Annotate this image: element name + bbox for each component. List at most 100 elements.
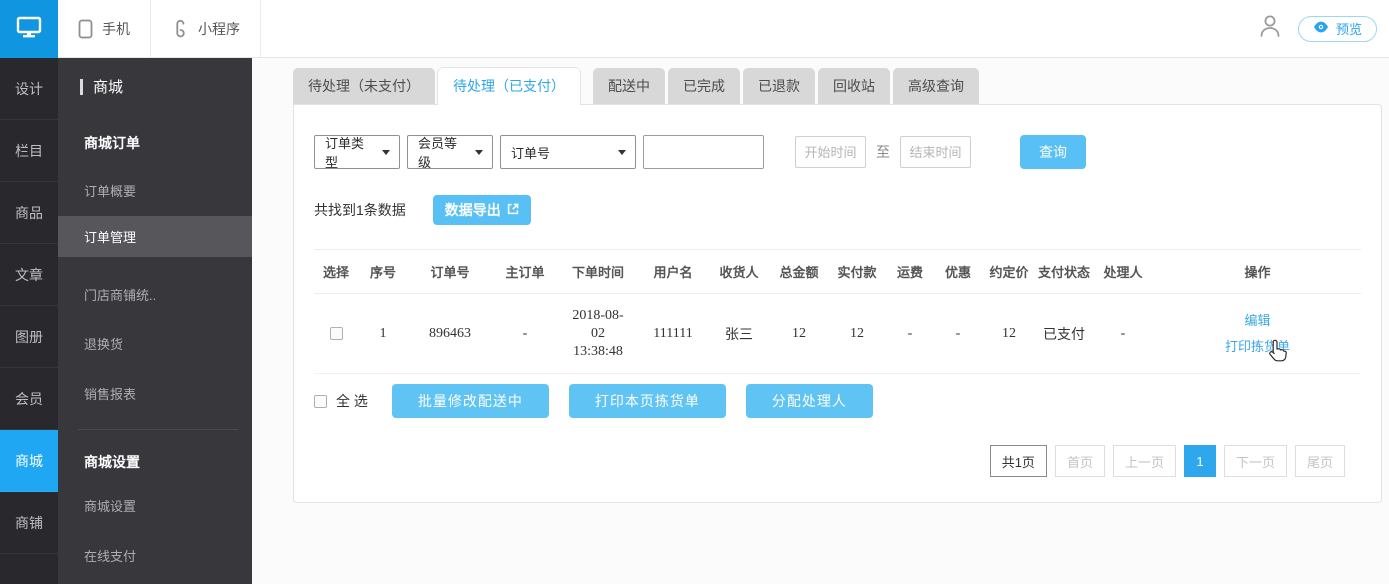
header-paid-amount: 实付款: [828, 250, 886, 294]
orders-table-header-row: 选择 序号 订单号 主订单 下单时间 用户名 收货人 总金额 实付款 运费 优惠…: [314, 250, 1361, 294]
chevron-down-icon: [475, 150, 483, 155]
pagination: 共1页 首页 上一页 1 下一页 尾页: [314, 445, 1361, 477]
member-level-select[interactable]: 会员等级: [407, 135, 493, 169]
cell-agreed-price: 12: [982, 294, 1036, 374]
submenu-title-label: 商城: [93, 76, 123, 97]
admin-window: 手机 小程序 预览 设计 栏目 商品 文章 图册 会员 商城: [0, 0, 1389, 584]
user-icon[interactable]: [1258, 13, 1282, 44]
header-seq: 序号: [358, 250, 408, 294]
page-next-button[interactable]: 下一页: [1224, 445, 1287, 477]
filter-row: 订单类型 会员等级 订单号 至 查询: [314, 135, 1361, 169]
topbar-right: 预览: [1258, 0, 1389, 57]
row-checkbox[interactable]: [330, 327, 343, 340]
result-count-text: 共找到1条数据: [314, 200, 406, 220]
order-status-tabs: 待处理（未支付） 待处理（已支付） 配送中 已完成 已退款 回收站 高级查询: [293, 68, 1389, 104]
submenu-item-sales-report[interactable]: 销售报表: [84, 384, 252, 403]
submenu-item-returns[interactable]: 退换货: [84, 334, 252, 353]
search-button[interactable]: 查询: [1020, 135, 1086, 169]
header-total-amount: 总金额: [770, 250, 828, 294]
data-export-button[interactable]: 数据导出: [433, 195, 531, 225]
data-export-label: 数据导出: [445, 200, 501, 220]
main-content: 待处理（未支付） 待处理（已支付） 配送中 已完成 已退款 回收站 高级查询 订…: [252, 58, 1389, 584]
header-shipping-fee: 运费: [886, 250, 934, 294]
rail-item-columns[interactable]: 栏目: [0, 120, 58, 182]
rail-item-design[interactable]: 设计: [0, 58, 58, 120]
eye-icon: [1313, 21, 1329, 36]
order-row: 1 896463 - 2018-08- 02 13:38:48 111111 张…: [314, 294, 1361, 374]
assign-handler-button[interactable]: 分配处理人: [746, 384, 873, 418]
tab-refunded[interactable]: 已退款: [743, 68, 815, 104]
cell-order-no: 896463: [408, 294, 492, 374]
header-select: 选择: [314, 250, 358, 294]
header-agreed-price: 约定价: [982, 250, 1036, 294]
print-page-picking-list-button[interactable]: 打印本页拣货单: [569, 384, 726, 418]
order-time-part: 13:38:48: [558, 343, 638, 361]
submenu-item-online-payment[interactable]: 在线支付: [84, 546, 252, 565]
cell-shipping-fee: -: [886, 294, 934, 374]
search-field-select[interactable]: 订单号: [500, 135, 636, 169]
mobile-view-label: 手机: [102, 19, 130, 39]
group-title-mall-settings: 商城设置: [84, 452, 252, 472]
submenu-item-store-shop-stats[interactable]: 门店商铺统..: [84, 285, 252, 304]
submenu-item-order-management[interactable]: 订单管理: [58, 216, 252, 257]
header-receiver: 收货人: [708, 250, 770, 294]
result-row: 共找到1条数据 数据导出: [314, 195, 1361, 225]
header-handler: 处理人: [1092, 250, 1154, 294]
end-date-input[interactable]: [900, 136, 971, 168]
preview-button[interactable]: 预览: [1298, 16, 1377, 42]
cursor-pointer-icon: [1266, 338, 1288, 369]
cell-main-order: -: [492, 294, 558, 374]
tab-completed[interactable]: 已完成: [668, 68, 740, 104]
submenu-item-mall-settings[interactable]: 商城设置: [84, 496, 252, 515]
keyword-input[interactable]: [643, 135, 764, 169]
miniprogram-view-label: 小程序: [198, 19, 240, 39]
rail-item-albums[interactable]: 图册: [0, 306, 58, 368]
submenu-item-order-summary[interactable]: 订单概要: [84, 181, 252, 200]
monitor-icon: [15, 13, 43, 46]
tab-pending-unpaid[interactable]: 待处理（未支付）: [293, 68, 435, 104]
tab-advanced-search[interactable]: 高级查询: [893, 68, 979, 104]
orders-panel: 订单类型 会员等级 订单号 至 查询 共找到1条数据: [293, 104, 1382, 503]
cell-discount: -: [934, 294, 982, 374]
external-link-icon: [507, 202, 519, 218]
rail-item-mall[interactable]: 商城: [0, 430, 58, 492]
rail-item-articles[interactable]: 文章: [0, 244, 58, 306]
chevron-down-icon: [618, 150, 626, 155]
secondary-sidebar: 商城 商城订单 订单概要 订单管理 门店商铺统.. 退换货 销售报表 商城设置 …: [58, 58, 252, 584]
edit-link[interactable]: 编辑: [1154, 308, 1361, 334]
top-bar: 手机 小程序 预览: [0, 0, 1389, 58]
mobile-view-tab[interactable]: 手机: [58, 0, 151, 57]
rail-item-members[interactable]: 会员: [0, 368, 58, 430]
start-date-input[interactable]: [795, 136, 866, 168]
desktop-view-button[interactable]: [0, 0, 58, 58]
order-date-part: 02: [558, 325, 638, 343]
submenu-title: 商城: [80, 76, 252, 97]
title-accent-bar: [80, 79, 83, 95]
print-picking-list-link[interactable]: 打印拣货单: [1154, 334, 1361, 360]
tab-recycle-bin[interactable]: 回收站: [818, 68, 890, 104]
tab-delivering[interactable]: 配送中: [593, 68, 665, 104]
page-prev-button[interactable]: 上一页: [1113, 445, 1176, 477]
header-username: 用户名: [638, 250, 708, 294]
select-all-checkbox[interactable]: [314, 395, 327, 408]
order-type-select[interactable]: 订单类型: [314, 135, 400, 169]
header-actions: 操作: [1154, 250, 1361, 294]
page-last-button[interactable]: 尾页: [1295, 445, 1345, 477]
group-title-mall-orders: 商城订单: [84, 133, 252, 153]
miniprogram-icon: [171, 19, 189, 39]
rail-item-products[interactable]: 商品: [0, 182, 58, 244]
batch-set-delivering-button[interactable]: 批量修改配送中: [392, 384, 549, 418]
cell-total-amount: 12: [770, 294, 828, 374]
header-order-no: 订单号: [408, 250, 492, 294]
cell-paid-amount: 12: [828, 294, 886, 374]
page-first-button[interactable]: 首页: [1055, 445, 1105, 477]
cell-seq: 1: [358, 294, 408, 374]
cell-handler: -: [1092, 294, 1154, 374]
select-all-label: 全 选: [336, 391, 368, 411]
page-current[interactable]: 1: [1184, 445, 1216, 477]
phone-icon: [78, 19, 93, 39]
tab-pending-paid[interactable]: 待处理（已支付）: [438, 68, 580, 105]
miniprogram-view-tab[interactable]: 小程序: [151, 0, 261, 57]
batch-actions-row: 全 选 批量修改配送中 打印本页拣货单 分配处理人: [314, 384, 1361, 418]
rail-item-shops[interactable]: 商铺: [0, 492, 58, 554]
